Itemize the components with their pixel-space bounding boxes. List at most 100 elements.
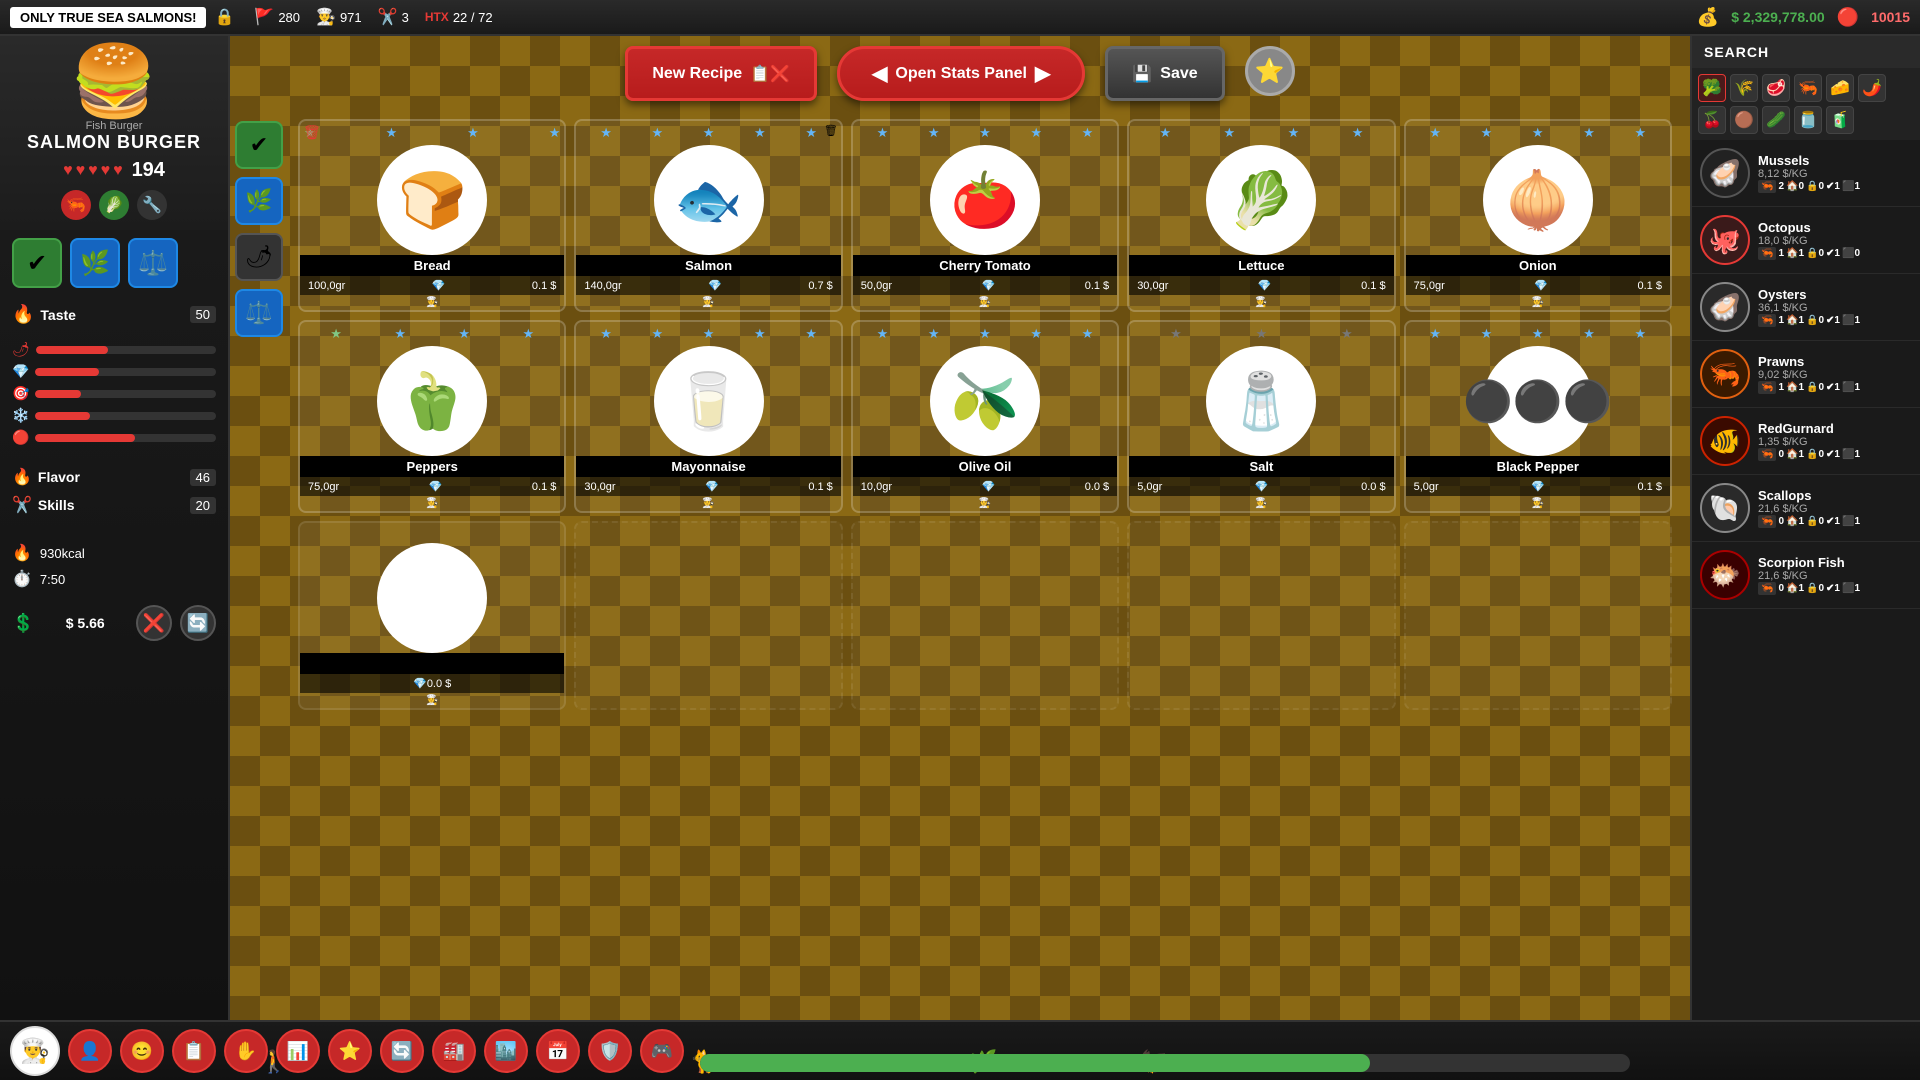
empty-slot-3[interactable] [851,521,1119,710]
top-buttons: New Recipe 📋❌ ◀ Open Stats Panel ▶ 💾 Sav… [230,46,1690,101]
diamond-icon-bread: 💎 [432,279,446,292]
ingredient-card-pepper[interactable]: ★ ★ ★ ★ ★ ⚫⚫⚫ Black Pepper 5,0gr 💎 0.1 $… [1404,320,1672,513]
salt-name: Salt [1129,456,1393,477]
bottom-btn-face[interactable]: 😊 [120,1029,164,1073]
bar-row-5: 🔴 [12,429,216,446]
list-item-scorpionfish[interactable]: 🐡 Scorpion Fish 21,6 $/KG 🦐 0 🏠1 🔒0 ✔1 ⬛… [1692,542,1920,609]
bottom-btn-game[interactable]: 🎮 [640,1029,684,1073]
peppers-chef: 👨‍🍳 [300,496,564,511]
peppers-image: 🫑 [377,346,487,456]
ingredients-btn[interactable]: 🌿 [70,238,120,288]
grid-balance-btn[interactable]: ⚖️ [235,289,283,337]
star-m-5: ★ [805,326,817,342]
money-icon: 💰 [1697,7,1719,28]
salmon-image: 🐟 [654,145,764,255]
burger-score: 194 [132,159,165,182]
grid-chili-btn[interactable]: 🌶 [235,233,283,281]
list-item-octopus[interactable]: 🐙 Octopus 18,0 $/KG 🦐 1 🏠1 🔒0 ✔1 ⬛0 [1692,207,1920,274]
filter-jar[interactable]: 🫙 [1794,106,1822,134]
save-button[interactable]: 💾 Save [1105,46,1224,101]
peppers-weight: 75,0gr [308,481,339,493]
favorite-button[interactable]: ⭐ [1245,46,1295,96]
empty-slot-4[interactable] [1127,521,1395,710]
ingredient-card-oliveoil[interactable]: ★ ★ ★ ★ ★ 🫒 Olive Oil 10,0gr 💎 0.0 $ 👨‍🍳 [851,320,1119,513]
filter-veg[interactable]: 🥦 [1698,74,1726,102]
ingredient-card-lettuce[interactable]: ★ ★ ★ ★ 🥬 Lettuce 30,0gr 💎 0.1 $ 👨‍🍳 [1127,119,1395,312]
delete-bread[interactable]: 🗑 [303,124,321,142]
ingredient-card-salmon[interactable]: ★ ★ ★ ★ ★ 🗑 🐟 Salmon 140,0gr 💎 0.7 $ 👨‍🍳 [574,119,842,312]
prawns-icon: 🦐 [1758,381,1776,394]
prawns-c1: 1 [1778,382,1784,393]
ingredient-card-peppers[interactable]: ★ ★ ★ ★ 🫑 Peppers 75,0gr 💎 0.1 $ 👨‍🍳 [298,320,566,513]
filter-chili[interactable]: 🌶️ [1858,74,1886,102]
check-recipe-btn[interactable]: ✔ [12,238,62,288]
salmon-icon-1: 🗑 [824,124,838,137]
star-blue-bread-3: ★ [549,125,561,141]
empty-name-1: _ [300,653,564,674]
mussels-c1: 2 [1778,181,1784,192]
bar-fill-2 [35,368,98,376]
oysters-img: 🦪 [1700,282,1750,332]
stars-peppers: ★ ★ ★ ★ [300,322,564,342]
knife-stat: ✂️ 3 [378,7,409,27]
open-stats-label: Open Stats Panel [895,65,1027,83]
mussels-info: Mussels 8,12 $/KG 🦐 2 🏠0 🔒0 ✔1 ⬛1 [1758,153,1912,193]
ingredient-card-salt[interactable]: ★ ★ ★ 🧂 Salt 5,0gr 💎 0.0 $ 👨‍🍳 [1127,320,1395,513]
price-btn-1[interactable]: ❌ [136,605,172,641]
new-recipe-button[interactable]: New Recipe 📋❌ [625,46,817,101]
skills-label: ✂️ Skills [12,495,75,515]
ingredient-card-bread[interactable]: 🗑 ★ ★ ★ ★ 🍞 Bread 100,0gr 💎 0.1 $ 👨‍🍳 [298,119,566,312]
bottom-btn-shield[interactable]: 🛡️ [588,1029,632,1073]
kcal-row: 🔥 930kcal [12,543,216,563]
bar-fill-3 [35,390,80,398]
bar-icon-2: 💎 [12,363,29,380]
filter-cherry[interactable]: 🍒 [1698,106,1726,134]
ingredient-card-tomato[interactable]: ★ ★ ★ ★ ★ 🍅 Cherry Tomato 50,0gr 💎 0.1 $… [851,119,1119,312]
mussels-shrimp-icon: 🦐 [1758,180,1776,193]
ingredient-card-mayo[interactable]: ★ ★ ★ ★ ★ 🥛 Mayonnaise 30,0gr 💎 0.1 $ 👨‍… [574,320,842,513]
bottom-btn-clipboard[interactable]: 📋 [172,1029,216,1073]
filter-grain[interactable]: 🌾 [1730,74,1758,102]
list-item-oysters[interactable]: 🦪 Oysters 36,1 $/KG 🦐 1 🏠1 🔒0 ✔1 ⬛1 [1692,274,1920,341]
filter-cucumber[interactable]: 🥒 [1762,106,1790,134]
filter-meat[interactable]: 🥩 [1762,74,1790,102]
list-item-scallops[interactable]: 🐚 Scallops 21,6 $/KG 🦐 0 🏠1 🔒0 ✔1 ⬛1 [1692,475,1920,542]
scorpionfish-img: 🐡 [1700,550,1750,600]
filter-shrimp[interactable]: 🦐 [1794,74,1822,102]
list-item-mussels[interactable]: 🦪 Mussels 8,12 $/KG 🦐 2 🏠0 🔒0 ✔1 ⬛1 [1692,140,1920,207]
ingredient-card-empty-1[interactable]: _ 💎 0.0 $ 👨‍🍳 [298,521,566,710]
price-btn-2[interactable]: 🔄 [180,605,216,641]
scorpionfish-price: 21,6 $/KG [1758,570,1912,582]
ingredient-card-onion[interactable]: ★ ★ ★ ★ ★ 🧅 Onion 75,0gr 💎 0.1 $ 👨‍🍳 [1404,119,1672,312]
stars-mayo: ★ ★ ★ ★ ★ [576,322,840,342]
bottom-btn-city[interactable]: 🏙️ [484,1029,528,1073]
onion-price: 0.1 $ [1638,280,1662,292]
balance-btn[interactable]: ⚖️ [128,238,178,288]
star-t-3: ★ [979,125,991,141]
grid-check-btn[interactable]: ✔ [235,121,283,169]
bottom-btn-factory[interactable]: 🏭 [432,1029,476,1073]
bottom-btn-cycle[interactable]: 🔄 [380,1029,424,1073]
open-stats-button[interactable]: ◀ Open Stats Panel ▶ [837,46,1085,101]
list-item-redgurnard[interactable]: 🐠 RedGurnard 1,35 $/KG 🦐 0 🏠1 🔒0 ✔1 ⬛1 [1692,408,1920,475]
star-l-1: ★ [1159,125,1171,141]
bottom-btn-chef[interactable]: 👨‍🍳 [10,1026,60,1076]
sf-icon: 🦐 [1758,582,1776,595]
heart-4: ♥ [101,162,111,180]
empty-slot-2[interactable] [574,521,842,710]
bottom-btn-calendar[interactable]: 📅 [536,1029,580,1073]
oysters-info: Oysters 36,1 $/KG 🦐 1 🏠1 🔒0 ✔1 ⬛1 [1758,287,1912,327]
tag-icon-2: 🥬 [99,190,129,220]
bottom-btn-star[interactable]: ⭐ [328,1029,372,1073]
empty-slot-5[interactable] [1404,521,1672,710]
grid-plant-btn[interactable]: 🌿 [235,177,283,225]
list-item-prawns[interactable]: 🦐 Prawns 9,02 $/KG 🦐 1 🏠1 🔒0 ✔1 ⬛1 [1692,341,1920,408]
redgurnard-controls: 🦐 0 🏠1 🔒0 ✔1 ⬛1 [1758,448,1912,461]
star-t-2: ★ [928,125,940,141]
filter-brown[interactable]: 🟤 [1730,106,1758,134]
left-panel: 🍔 Fish Burger SALMON BURGER ♥ ♥ ♥ ♥ ♥ 19… [0,36,230,1020]
filter-cheese[interactable]: 🧀 [1826,74,1854,102]
heart-5: ♥ [113,162,123,180]
filter-drink[interactable]: 🧃 [1826,106,1854,134]
bottom-btn-person[interactable]: 👤 [68,1029,112,1073]
